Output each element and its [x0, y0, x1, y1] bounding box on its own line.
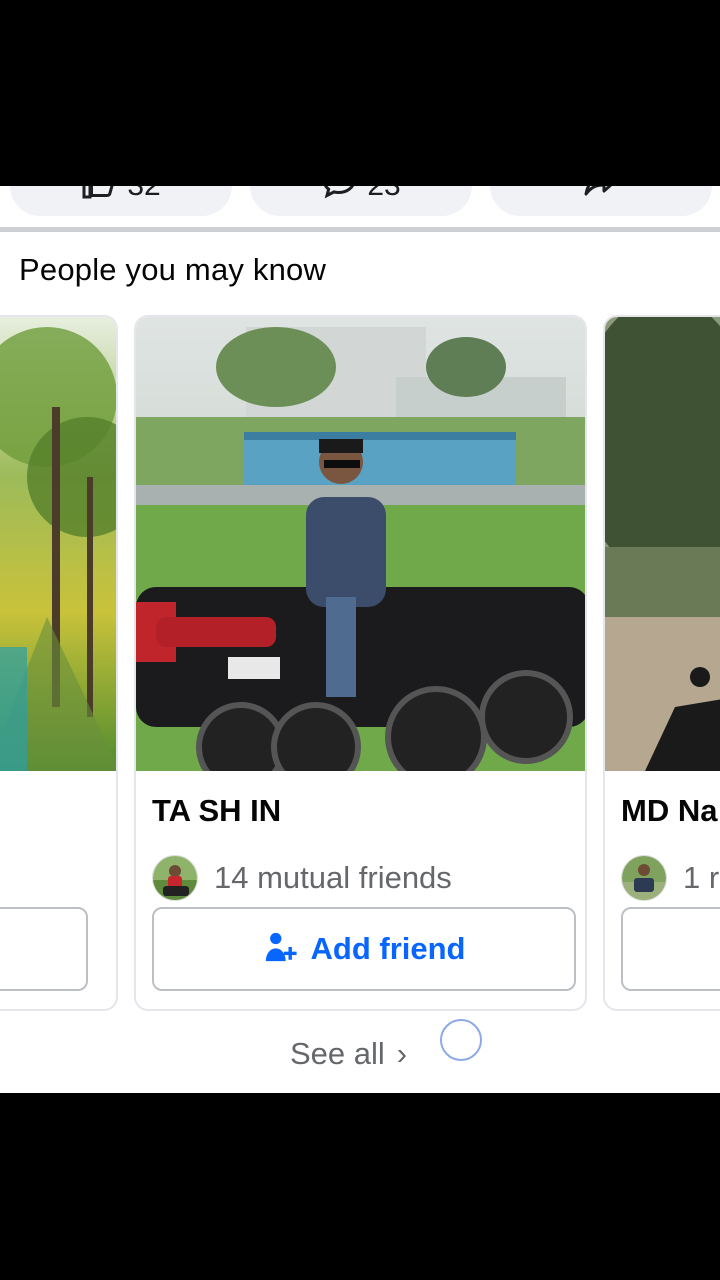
friend-suggestion-card[interactable]: MD Na 1 r: [603, 315, 720, 1011]
profile-photo[interactable]: [136, 317, 585, 771]
comment-button[interactable]: 23: [250, 186, 472, 216]
mutual-friends-row: 14 mutual friends: [152, 855, 452, 901]
post-action-bar: 32 23: [0, 186, 720, 216]
profile-photo[interactable]: [605, 317, 720, 771]
chevron-right-icon: ›: [396, 1036, 408, 1071]
add-friend-button[interactable]: [621, 907, 720, 991]
touch-indicator: [440, 1019, 482, 1061]
profile-photo[interactable]: [0, 317, 116, 771]
section-title: People you may know: [19, 252, 327, 287]
suggestion-name[interactable]: TA SH IN: [152, 793, 281, 829]
mutual-friends-count: 14 mutual friends: [214, 860, 452, 895]
see-all-label: See all: [290, 1036, 385, 1071]
mutual-friends-count: 1 r: [683, 860, 720, 895]
comment-icon: [321, 186, 357, 208]
thumbs-up-icon: [81, 186, 117, 208]
comment-count: 23: [367, 186, 400, 203]
section-divider: [0, 227, 720, 232]
mutual-friend-avatar: [152, 855, 198, 901]
add-friend-button[interactable]: Add friend: [152, 907, 576, 991]
mutual-friends-row: 1 r: [621, 855, 719, 901]
add-person-icon: [263, 930, 297, 969]
share-button[interactable]: [490, 186, 712, 216]
like-count: 32: [127, 186, 160, 203]
add-friend-button[interactable]: [0, 907, 88, 991]
friend-suggestion-card[interactable]: TA SH IN 14 mutual friends Add friend: [134, 315, 587, 1011]
add-friend-label: Add friend: [310, 931, 466, 966]
like-button[interactable]: 32: [10, 186, 232, 216]
feed-screen: 32 23 People you may know: [0, 186, 720, 1093]
suggestion-name[interactable]: MD Na: [621, 793, 717, 829]
share-icon: [583, 186, 619, 208]
mutual-friend-avatar: [621, 855, 667, 901]
friend-suggestion-card[interactable]: [0, 315, 118, 1011]
see-all-link[interactable]: See all ›: [290, 1034, 407, 1074]
